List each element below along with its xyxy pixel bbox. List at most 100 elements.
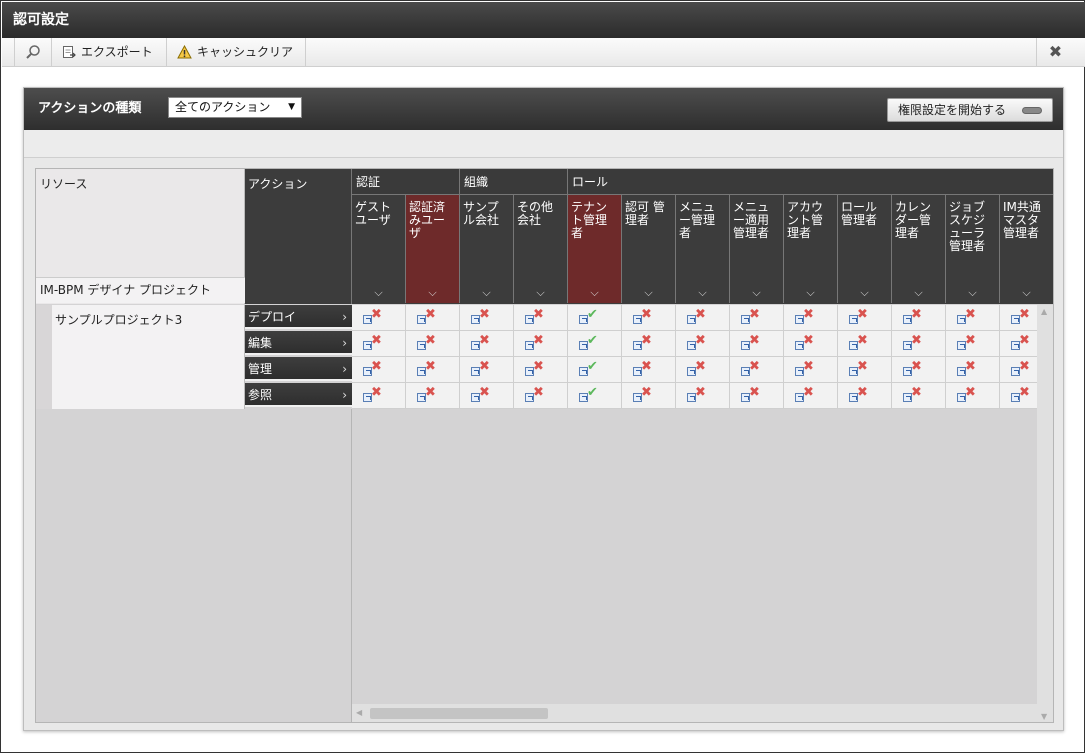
horizontal-scrollbar[interactable]: ◀ [352, 704, 1037, 722]
scroll-thumb[interactable] [370, 708, 548, 719]
permission-cell[interactable]: ✖ [460, 305, 514, 331]
permission-cell[interactable]: ✔ [568, 383, 622, 409]
permission-cell[interactable]: ✔ [568, 305, 622, 331]
action-row-label[interactable]: 参照 › [245, 383, 352, 407]
permission-cell[interactable]: ✖ [946, 383, 1000, 409]
permission-cell[interactable]: ✖ [784, 383, 838, 409]
permission-cell[interactable]: ✖ [892, 331, 946, 357]
permission-cell[interactable]: ✖ [838, 357, 892, 383]
chevron-down-icon[interactable]: ⌵ [892, 286, 945, 299]
column-header[interactable]: 認証済みユーザ ⌵ [406, 195, 460, 303]
column-header[interactable]: サンプル会社 ⌵ [460, 195, 514, 303]
permission-cell[interactable]: ✖ [676, 357, 730, 383]
permission-cell[interactable]: ✖ [514, 305, 568, 331]
chevron-down-icon[interactable]: ⌵ [946, 286, 999, 299]
export-label: エクスポート [81, 45, 153, 59]
check-icon: ✔ [587, 385, 598, 400]
permission-cell[interactable]: ✖ [406, 357, 460, 383]
permission-cell[interactable]: ✖ [838, 305, 892, 331]
permission-cell[interactable]: ✖ [514, 383, 568, 409]
column-header[interactable]: その他会社 ⌵ [514, 195, 568, 303]
permission-cell[interactable]: ✖ [676, 331, 730, 357]
start-permission-setting-button[interactable]: 権限設定を開始する [887, 98, 1053, 122]
permission-cell[interactable]: ✖ [460, 357, 514, 383]
permission-cell[interactable]: ✖ [460, 383, 514, 409]
permission-cell[interactable]: ✖ [622, 357, 676, 383]
action-row-label[interactable]: 管理 › [245, 357, 352, 381]
permission-cell[interactable]: ✖ [730, 383, 784, 409]
action-label: 編集 [248, 336, 273, 350]
permission-cell[interactable]: ✖ [784, 305, 838, 331]
column-header[interactable]: テナント管理者 ⌵ [568, 195, 622, 303]
column-header[interactable]: ジョブスケジューラ管理者 ⌵ [946, 195, 1000, 303]
cross-icon: ✖ [749, 307, 760, 322]
chevron-down-icon[interactable]: ⌵ [676, 286, 729, 299]
permission-cell[interactable]: ✔ [568, 357, 622, 383]
permission-cell[interactable]: ✖ [622, 331, 676, 357]
permission-cell[interactable]: ✖ [892, 357, 946, 383]
permission-cell[interactable]: ✖ [730, 305, 784, 331]
permission-cell[interactable]: ✖ [730, 357, 784, 383]
permission-cell[interactable]: ✖ [352, 383, 406, 409]
column-header[interactable]: IM共通マスタ管理者 ⌵ [1000, 195, 1053, 303]
permission-cell[interactable]: ✖ [838, 331, 892, 357]
permission-cell[interactable]: ✖ [406, 331, 460, 357]
cross-icon: ✖ [911, 385, 922, 400]
permission-cell[interactable]: ✖ [892, 383, 946, 409]
permission-cell[interactable]: ✖ [622, 305, 676, 331]
permission-cell[interactable]: ✖ [352, 331, 406, 357]
chevron-down-icon[interactable]: ⌵ [568, 286, 621, 299]
cross-icon: ✖ [803, 359, 814, 374]
export-button[interactable]: エクスポート [52, 38, 167, 66]
chevron-down-icon[interactable]: ⌵ [784, 286, 837, 299]
column-header[interactable]: メニュー適用管理者 ⌵ [730, 195, 784, 303]
scroll-down-icon[interactable]: ▼ [1041, 712, 1047, 721]
permission-cell[interactable]: ✖ [676, 383, 730, 409]
column-header[interactable]: ゲストユーザ ⌵ [352, 195, 406, 303]
chevron-down-icon[interactable]: ⌵ [730, 286, 783, 299]
permission-cell[interactable]: ✖ [352, 305, 406, 331]
permission-cell[interactable]: ✖ [622, 383, 676, 409]
column-header[interactable]: アカウント管理者 ⌵ [784, 195, 838, 303]
action-row-label[interactable]: 編集 › [245, 331, 352, 355]
permission-cell[interactable]: ✖ [676, 305, 730, 331]
vertical-scrollbar[interactable]: ▲ ▼ [1037, 305, 1053, 722]
chevron-down-icon[interactable]: ⌵ [352, 286, 405, 299]
permission-cell[interactable]: ✖ [460, 331, 514, 357]
permission-cell[interactable]: ✖ [784, 357, 838, 383]
permission-cell[interactable]: ✖ [352, 357, 406, 383]
permission-cell[interactable]: ✖ [514, 357, 568, 383]
column-header[interactable]: メニュー管理者 ⌵ [676, 195, 730, 303]
column-header[interactable]: 認可 管理者 ⌵ [622, 195, 676, 303]
chevron-down-icon[interactable]: ⌵ [514, 286, 567, 299]
resource-name[interactable]: サンプルプロジェクト3 [52, 305, 245, 409]
permission-cell[interactable]: ✖ [730, 331, 784, 357]
chevron-down-icon[interactable]: ⌵ [838, 286, 891, 299]
chevron-down-icon[interactable]: ⌵ [460, 286, 513, 299]
search-button[interactable] [14, 38, 52, 66]
scroll-up-icon[interactable]: ▲ [1041, 307, 1047, 316]
permission-cell[interactable]: ✖ [514, 331, 568, 357]
chevron-down-icon[interactable]: ⌵ [622, 286, 675, 299]
cache-clear-button[interactable]: キャッシュクリア [167, 38, 306, 66]
permission-cell[interactable]: ✖ [892, 305, 946, 331]
close-button[interactable]: ✖ [1036, 38, 1074, 66]
chevron-down-icon[interactable]: ⌵ [1000, 286, 1053, 299]
permission-cell[interactable]: ✔ [568, 331, 622, 357]
action-row-label[interactable]: デプロイ › [245, 305, 352, 329]
permission-cell[interactable]: ✖ [838, 383, 892, 409]
cross-icon: ✖ [695, 333, 706, 348]
permission-cell[interactable]: ✖ [946, 357, 1000, 383]
column-header[interactable]: カレンダー管理者 ⌵ [892, 195, 946, 303]
permission-cell[interactable]: ✖ [946, 305, 1000, 331]
project-type-header: IM-BPM デザイナ プロジェクト [36, 277, 245, 303]
column-header[interactable]: ロール管理者 ⌵ [838, 195, 892, 303]
scroll-left-icon[interactable]: ◀ [356, 708, 362, 717]
permission-cell[interactable]: ✖ [406, 305, 460, 331]
chevron-down-icon[interactable]: ⌵ [406, 286, 459, 299]
permission-cell[interactable]: ✖ [946, 331, 1000, 357]
permission-cell[interactable]: ✖ [784, 331, 838, 357]
permission-cell[interactable]: ✖ [406, 383, 460, 409]
action-type-select[interactable]: 全てのアクション ▼ [168, 97, 302, 118]
chevron-right-icon: › [342, 388, 347, 402]
